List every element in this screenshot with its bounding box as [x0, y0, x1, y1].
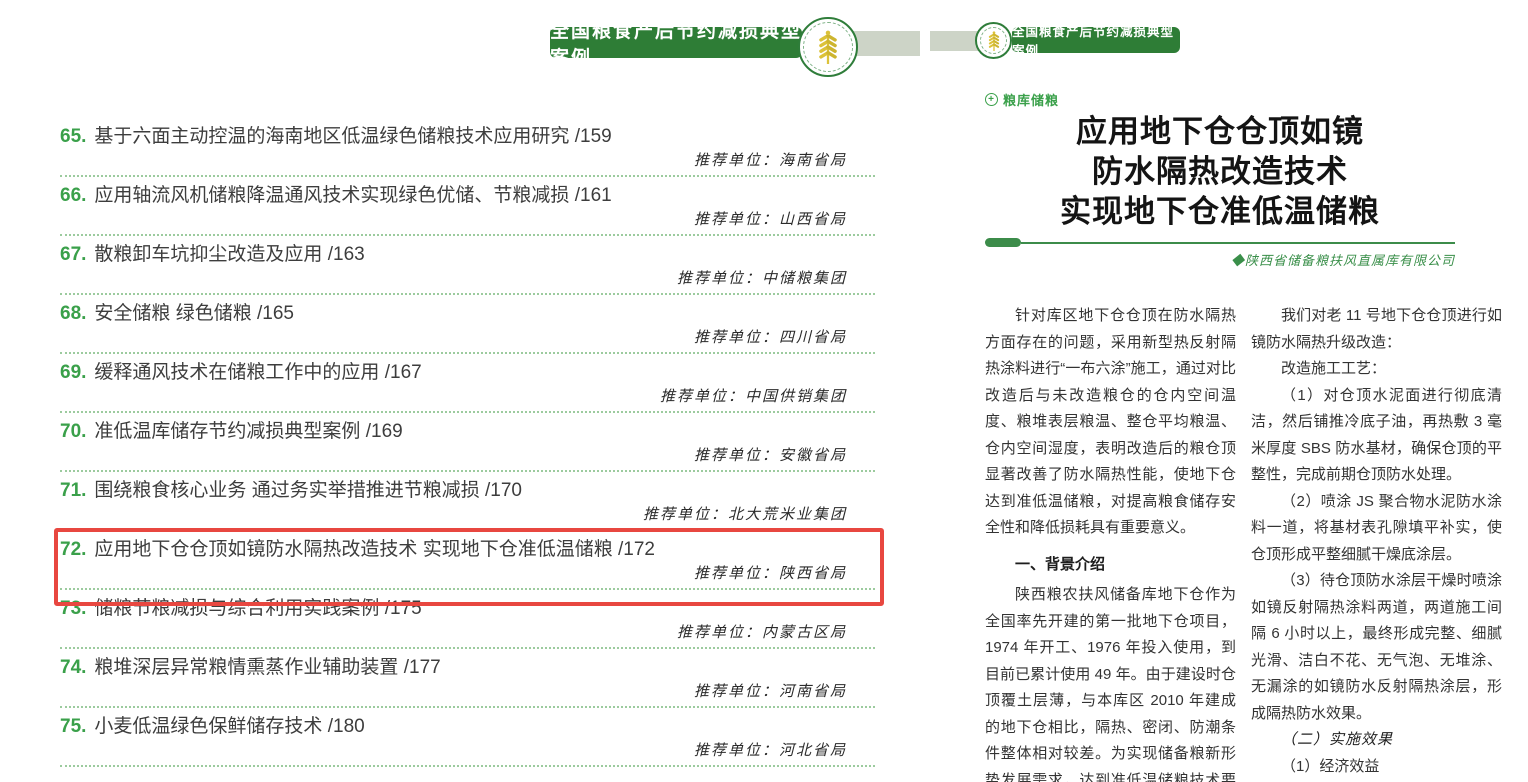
- article-title-line3: 实现地下仓准低温储粮: [985, 192, 1455, 232]
- toc-item-72-highlighted: 72. 应用地下仓仓顶如镜防水隔热改造技术 实现地下仓准低温储粮 /172 推荐单…: [60, 531, 875, 590]
- paragraph: （3）待仓顶防水涂层干燥时喷涂如镜反射隔热涂料两道，两道施工间隔 6 小时以上，…: [1251, 568, 1502, 727]
- article-title: 应用地下仓仓顶如镜 防水隔热改造技术 实现地下仓准低温储粮: [985, 112, 1455, 232]
- toc-number: 69.: [60, 362, 86, 383]
- toc-title-line: 68. 安全储粮 绿色储粮 /165: [60, 300, 875, 327]
- toc-number: 70.: [60, 421, 86, 442]
- toc-page-number: /161: [575, 185, 612, 206]
- toc-number: 75.: [60, 716, 86, 737]
- toc-recommending-unit: 推荐单位：河北省局: [60, 740, 875, 763]
- toc-recommending-unit: 推荐单位：安徽省局: [60, 445, 875, 468]
- toc-item-68: 68. 安全储粮 绿色储粮 /165 推荐单位：四川省局: [60, 295, 875, 354]
- right-page-banner: 全国粮食产后节约减损典型案例: [1012, 27, 1180, 53]
- toc-item-69: 69. 缓释通风技术在储粮工作中的应用 /167 推荐单位：中国供销集团: [60, 354, 875, 413]
- left-banner-title: 全国粮食产后节约减损典型案例: [550, 16, 802, 70]
- toc-page-number: /175: [385, 598, 422, 619]
- toc-page-number: /167: [385, 362, 422, 383]
- circle-plus-icon: +: [985, 93, 998, 106]
- toc-number: 65.: [60, 126, 86, 147]
- toc-title-line: 65. 基于六面主动控温的海南地区低温绿色储粮技术应用研究 /159: [60, 123, 875, 150]
- book-spread: 全国粮食产后节约减损典型案例 全国粮食产后节约减损典型案例 65. 基于六面主动控…: [0, 0, 1528, 782]
- toc-number: 74.: [60, 657, 86, 678]
- right-banner-title: 全国粮食产后节约减损典型案例: [1012, 21, 1180, 59]
- wheat-emblem-icon: [975, 22, 1012, 59]
- toc-item-74: 74. 粮堆深层异常粮情熏蒸作业辅助装置 /177 推荐单位：河南省局: [60, 649, 875, 708]
- toc-page-number: /180: [328, 716, 365, 737]
- toc-recommending-unit: 推荐单位：四川省局: [60, 327, 875, 350]
- toc-title: 安全储粮 绿色储粮: [94, 303, 251, 324]
- toc-item-75: 75. 小麦低温绿色保鲜储存技术 /180 推荐单位：河北省局: [60, 708, 875, 767]
- toc-page-number: /170: [485, 480, 522, 501]
- toc-number: 67.: [60, 244, 86, 265]
- article-column-1: 针对库区地下仓仓顶在防水隔热方面存在的问题，采用新型热反射隔热涂料进行“一布六涂…: [985, 303, 1236, 782]
- toc-title-line: 66. 应用轴流风机储粮降温通风技术实现绿色优储、节粮减损 /161: [60, 182, 875, 209]
- toc-title: 基于六面主动控温的海南地区低温绿色储粮技术应用研究: [94, 126, 569, 147]
- sub-heading: （二）实施效果: [1251, 727, 1502, 754]
- table-of-contents: 65. 基于六面主动控温的海南地区低温绿色储粮技术应用研究 /159 推荐单位：海…: [60, 118, 875, 767]
- toc-title: 小麦低温绿色保鲜储存技术: [94, 716, 322, 737]
- paragraph: 我们对老 11 号地下仓仓顶进行如镜防水隔热升级改造：: [1251, 303, 1502, 356]
- toc-title-line: 73. 储粮节粮减损与综合利用实践案例 /175: [60, 595, 875, 622]
- toc-title: 散粮卸车坑抑尘改造及应用: [94, 244, 322, 265]
- toc-page-number: /165: [257, 303, 294, 324]
- toc-recommending-unit: 推荐单位：中储粮集团: [60, 268, 875, 291]
- toc-item-67: 67. 散粮卸车坑抑尘改造及应用 /163 推荐单位：中储粮集团: [60, 236, 875, 295]
- paragraph: （1）对仓顶水泥面进行彻底清洁，然后铺推冷底子油，再热敷 3 毫米厚度 SBS …: [1251, 383, 1502, 489]
- toc-recommending-unit: 推荐单位：海南省局: [60, 150, 875, 173]
- toc-item-65: 65. 基于六面主动控温的海南地区低温绿色储粮技术应用研究 /159 推荐单位：海…: [60, 118, 875, 177]
- toc-item-73: 73. 储粮节粮减损与综合利用实践案例 /175 推荐单位：内蒙古区局: [60, 590, 875, 649]
- toc-title: 应用轴流风机储粮降温通风技术实现绿色优储、节粮减损: [94, 185, 569, 206]
- toc-page-number: /159: [575, 126, 612, 147]
- toc-recommending-unit: 推荐单位：山西省局: [60, 209, 875, 232]
- toc-number: 72.: [60, 539, 86, 560]
- toc-title-line: 67. 散粮卸车坑抑尘改造及应用 /163: [60, 241, 875, 268]
- toc-title: 准低温库储存节约减损典型案例: [94, 421, 360, 442]
- toc-title-line: 72. 应用地下仓仓顶如镜防水隔热改造技术 实现地下仓准低温储粮 /172: [60, 536, 875, 563]
- toc-page-number: /163: [328, 244, 365, 265]
- paragraph: 改造施工工艺：: [1251, 356, 1502, 383]
- toc-title: 缓释通风技术在储粮工作中的应用: [94, 362, 379, 383]
- toc-title-line: 74. 粮堆深层异常粮情熏蒸作业辅助装置 /177: [60, 654, 875, 681]
- toc-number: 68.: [60, 303, 86, 324]
- toc-number: 66.: [60, 185, 86, 206]
- toc-recommending-unit: 推荐单位：内蒙古区局: [60, 622, 875, 645]
- toc-page-number: /172: [618, 539, 655, 560]
- toc-recommending-unit: 推荐单位：河南省局: [60, 681, 875, 704]
- title-divider-rule: [985, 238, 1455, 247]
- paragraph: 针对库区地下仓仓顶在防水隔热方面存在的问题，采用新型热反射隔热涂料进行“一布六涂…: [985, 303, 1236, 542]
- toc-item-66: 66. 应用轴流风机储粮降温通风技术实现绿色优储、节粮减损 /161 推荐单位：山…: [60, 177, 875, 236]
- category-tag: + 粮库储粮: [985, 90, 1059, 109]
- toc-page-number: /177: [404, 657, 441, 678]
- divider-pill: [985, 238, 1021, 247]
- category-tag-label: 粮库储粮: [1003, 90, 1059, 109]
- toc-title-line: 71. 围绕粮食核心业务 通过务实举措推进节粮减损 /170: [60, 477, 875, 504]
- toc-title: 围绕粮食核心业务 通过务实举措推进节粮减损: [94, 480, 479, 501]
- toc-page-number: /169: [366, 421, 403, 442]
- left-page-banner: 全国粮食产后节约减损典型案例: [550, 27, 802, 58]
- toc-title: 应用地下仓仓顶如镜防水隔热改造技术 实现地下仓准低温储粮: [94, 539, 612, 560]
- section-heading: 一、背景介绍: [985, 552, 1236, 579]
- toc-recommending-unit: 推荐单位：中国供销集团: [60, 386, 875, 409]
- author-line: ◆陕西省储备粮扶风直属库有限公司: [985, 250, 1455, 269]
- emblem-ring: [980, 27, 1007, 54]
- toc-title: 储粮节粮减损与综合利用实践案例: [94, 598, 379, 619]
- toc-item-70: 70. 准低温库储存节约减损典型案例 /169 推荐单位：安徽省局: [60, 413, 875, 472]
- article-title-line1: 应用地下仓仓顶如镜: [985, 112, 1455, 152]
- toc-title: 粮堆深层异常粮情熏蒸作业辅助装置: [94, 657, 398, 678]
- toc-number: 73.: [60, 598, 86, 619]
- article-title-line2: 防水隔热改造技术: [985, 152, 1455, 192]
- paragraph: （1）经济效益: [1251, 754, 1502, 781]
- paragraph: （2）喷涂 JS 聚合物水泥防水涂料一道，将基材表孔隙填平补实，使仓顶形成平整细…: [1251, 489, 1502, 569]
- toc-number: 71.: [60, 480, 86, 501]
- divider-line: [1021, 242, 1455, 244]
- toc-title-line: 69. 缓释通风技术在储粮工作中的应用 /167: [60, 359, 875, 386]
- emblem-ring: [803, 22, 853, 72]
- toc-recommending-unit: 推荐单位：北大荒米业集团: [60, 504, 875, 527]
- article-column-2: 我们对老 11 号地下仓仓顶进行如镜防水隔热升级改造： 改造施工工艺： （1）对…: [1251, 303, 1502, 782]
- toc-title-line: 70. 准低温库储存节约减损典型案例 /169: [60, 418, 875, 445]
- toc-recommending-unit: 推荐单位：陕西省局: [60, 563, 875, 586]
- toc-item-71: 71. 围绕粮食核心业务 通过务实举措推进节粮减损 /170 推荐单位：北大荒米业…: [60, 472, 875, 531]
- paragraph: 陕西粮农扶风储备库地下仓作为全国率先开建的第一批地下仓项目，1974 年开工、1…: [985, 582, 1236, 782]
- wheat-emblem-icon: [798, 17, 858, 77]
- toc-title-line: 75. 小麦低温绿色保鲜储存技术 /180: [60, 713, 875, 740]
